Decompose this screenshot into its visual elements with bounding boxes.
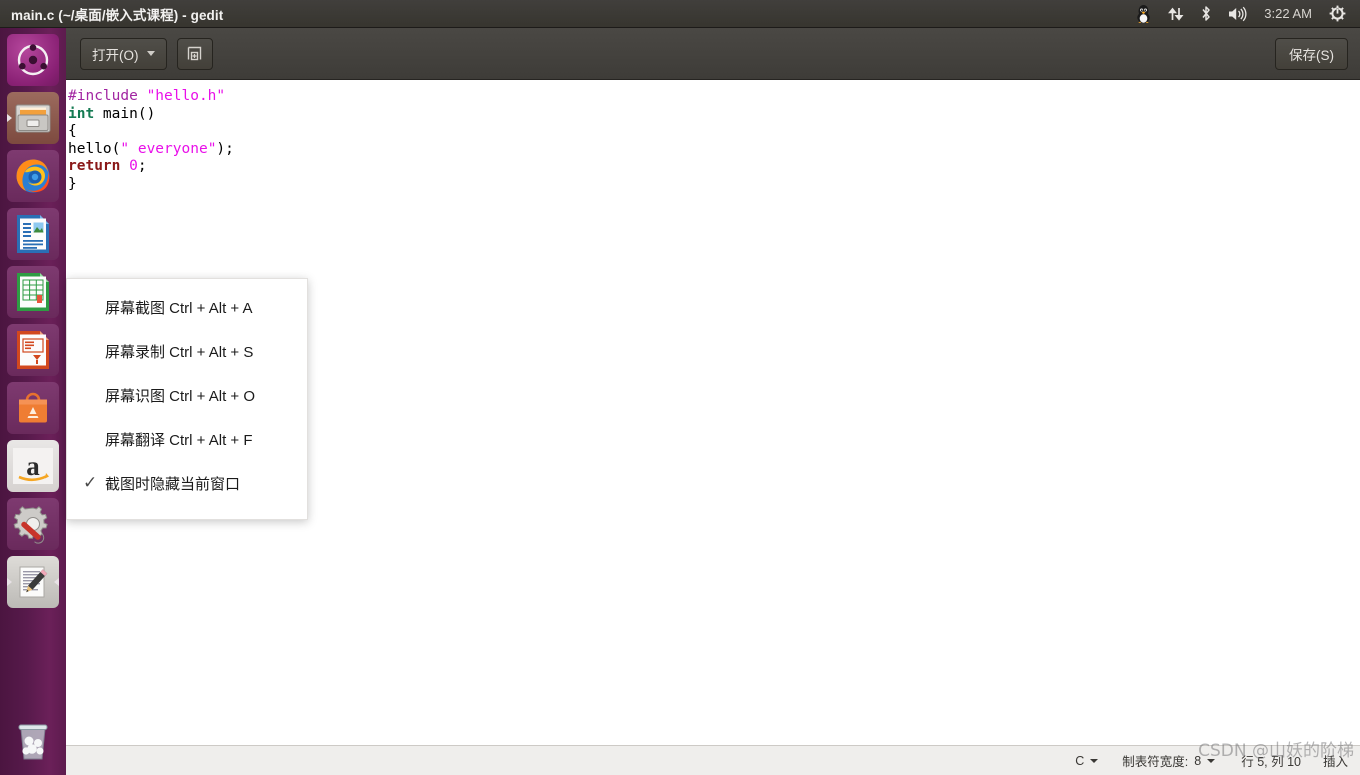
launcher-item-trash[interactable]: [7, 715, 59, 767]
insert-mode: 插入: [1322, 755, 1348, 769]
save-button[interactable]: 保存(S): [1275, 37, 1348, 70]
tab-width-label: 制表符宽度:: [1122, 755, 1189, 769]
ubuntu-logo-icon: [17, 44, 49, 76]
new-document-icon: [187, 46, 202, 61]
firefox-icon: [16, 159, 50, 193]
code-token: main(): [94, 105, 156, 122]
code-token: 0: [129, 158, 138, 175]
check-icon: ✓: [83, 473, 98, 492]
network-arrows-glyph: [1168, 7, 1184, 21]
menu-item-screenshot-1[interactable]: 屏幕录制 Ctrl + Alt + S: [67, 329, 307, 373]
code-token: int: [68, 105, 95, 122]
volume-icon[interactable]: [1220, 0, 1255, 28]
clock[interactable]: 3:22 AM: [1255, 6, 1321, 21]
top-panel: main.c (~/桌面/嵌入式课程) - gedit 3:22 AM: [0, 0, 1360, 28]
tux-penguin-icon[interactable]: [1127, 0, 1160, 28]
launcher-item-libreoffice-calc[interactable]: [7, 266, 59, 318]
open-button[interactable]: 打开(O): [80, 37, 167, 70]
writer-document-icon: [17, 215, 49, 253]
chevron-down-icon: [146, 51, 155, 56]
launcher-item-libreoffice-writer[interactable]: [7, 208, 59, 260]
menu-item-screenshot-2[interactable]: 屏幕识图 Ctrl + Alt + O: [67, 373, 307, 417]
tab-width-selector[interactable]: 制表符宽度: 8: [1122, 751, 1216, 770]
menu-item-screenshot-3[interactable]: 屏幕翻译 Ctrl + Alt + F: [67, 417, 307, 461]
bluetooth-icon[interactable]: [1192, 0, 1220, 28]
software-bag-icon: [19, 392, 47, 423]
gear-power-glyph: [1329, 5, 1346, 22]
code-token: return: [68, 158, 121, 175]
menu-item-label: 屏幕截图 Ctrl + Alt + A: [105, 299, 253, 317]
code-token: hello(: [68, 140, 121, 157]
network-updown-icon[interactable]: [1160, 0, 1192, 28]
file-manager-icon: [15, 104, 51, 133]
launcher-item-ubuntu-software[interactable]: [7, 382, 59, 434]
launcher-item-libreoffice-impress[interactable]: [7, 324, 59, 376]
trash-bin-icon: [18, 724, 48, 760]
bluetooth-glyph: [1202, 6, 1211, 21]
launcher-item-ubuntu-dash[interactable]: [7, 34, 59, 86]
language-selector[interactable]: C: [1075, 753, 1099, 768]
launcher-running-pip-left: [7, 578, 12, 586]
source-code[interactable]: #include "hello.h" int main(){hello(" eve…: [66, 80, 1360, 194]
chevron-down-icon: [1207, 758, 1216, 763]
code-token: ;: [137, 158, 147, 175]
volume-glyph: [1229, 6, 1247, 21]
save-button-label: 保存(S): [1289, 47, 1334, 63]
amazon-a-icon: a: [13, 448, 53, 484]
statusbar: C 制表符宽度: 8 行 5, 列 10 插入: [66, 745, 1360, 775]
code-line: return 0;: [68, 158, 1360, 176]
code-line: {: [68, 123, 1360, 141]
launcher-item-files[interactable]: [7, 92, 59, 144]
system-tray: 3:22 AM: [1127, 0, 1360, 28]
launcher-focused-pip-right: [54, 578, 59, 586]
cursor-position: 行 5, 列 10: [1241, 755, 1301, 769]
menu-item-screenshot-0[interactable]: 屏幕截图 Ctrl + Alt + A: [67, 285, 307, 329]
unity-launcher: a: [0, 28, 66, 775]
launcher-item-amazon[interactable]: a: [7, 440, 59, 492]
gedit-headerbar: 打开(O) 保存(S): [66, 28, 1360, 80]
code-token: "hello.h": [146, 88, 226, 104]
chevron-down-icon: [1090, 758, 1099, 763]
launcher-item-firefox[interactable]: [7, 150, 59, 202]
language-label: C: [1075, 753, 1085, 768]
code-token: );: [216, 140, 234, 157]
code-line: #include "hello.h": [68, 88, 1360, 106]
svg-text:a: a: [26, 451, 40, 481]
tux-penguin-glyph: [1137, 5, 1150, 23]
gear-wrench-icon: [13, 506, 48, 544]
menu-item-label: 屏幕翻译 Ctrl + Alt + F: [105, 431, 253, 449]
code-token: " everyone": [120, 140, 217, 157]
screenshot-context-menu[interactable]: 屏幕截图 Ctrl + Alt + A 屏幕录制 Ctrl + Alt + S 屏幕…: [66, 278, 308, 520]
gedit-pencil-icon: [19, 566, 48, 598]
code-token: {: [68, 123, 77, 140]
tab-width-value: 8: [1194, 753, 1202, 768]
menu-item-label: 屏幕识图 Ctrl + Alt + O: [105, 387, 256, 405]
session-power-icon[interactable]: [1321, 0, 1354, 28]
launcher-running-pip-left: [7, 114, 12, 122]
code-token: }: [68, 175, 77, 192]
launcher-item-system-settings[interactable]: [7, 498, 59, 550]
launcher-item-gedit[interactable]: [7, 556, 59, 608]
menu-item-screenshot-4[interactable]: ✓ 截图时隐藏当前窗口: [67, 461, 307, 505]
open-button-label: 打开(O): [92, 47, 139, 63]
code-line: hello(" everyone");: [68, 141, 1360, 159]
calc-spreadsheet-icon: [17, 273, 49, 311]
window-title: main.c (~/桌面/嵌入式课程) - gedit: [11, 7, 224, 23]
code-line: int main(): [68, 106, 1360, 124]
code-token: #include: [68, 88, 147, 104]
new-document-button[interactable]: [176, 37, 213, 70]
menu-item-label: 截图时隐藏当前窗口: [105, 475, 241, 493]
code-line: }: [68, 176, 1360, 194]
menu-item-label: 屏幕录制 Ctrl + Alt + S: [105, 343, 254, 361]
impress-presentation-icon: [17, 331, 49, 369]
